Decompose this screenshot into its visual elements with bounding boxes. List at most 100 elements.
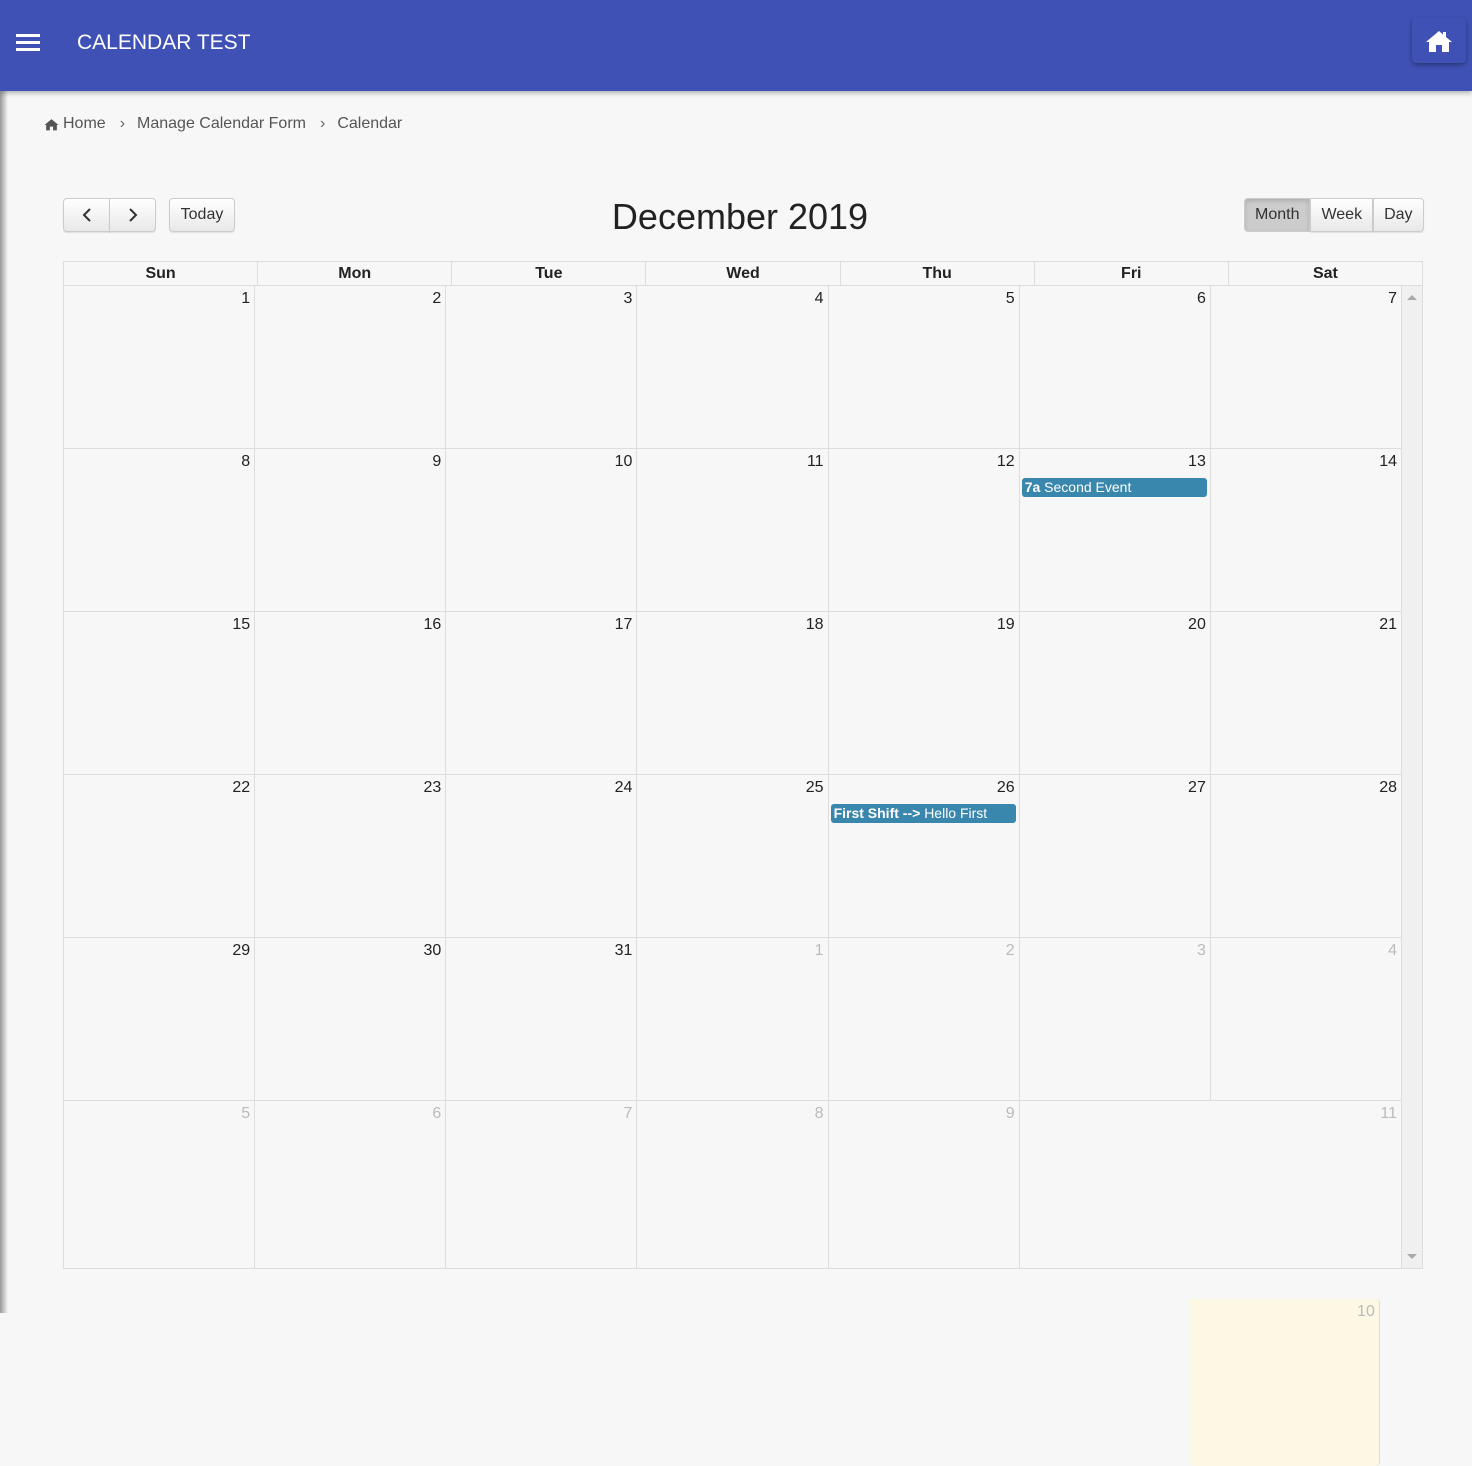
weekday-thu: Thu [841,262,1035,285]
day-cell[interactable]: 4 [1211,938,1402,1100]
day-view-button[interactable]: Day [1373,198,1424,232]
day-cell[interactable]: 1 [637,938,829,1100]
week-row: 15 16 17 18 19 20 21 [64,612,1402,775]
day-cell[interactable]: 10 [446,449,638,611]
day-cell[interactable]: 24 [446,775,638,937]
day-number: 10 [1357,1303,1375,1320]
event-time: First Shift --> [833,805,921,821]
home-icon [44,118,59,130]
day-number: 13 [1188,453,1206,470]
month-view-button[interactable]: Month [1244,198,1311,232]
day-cell[interactable]: 27 [1020,775,1211,937]
day-number: 11 [806,453,824,470]
day-number: 14 [1379,453,1397,470]
day-cell[interactable]: 14 [1211,449,1402,611]
week-row: 22 23 24 25 26 First Shift --> Hello First 27 2… [64,775,1402,938]
event-time: 7a [1024,479,1041,495]
home-icon [1426,30,1452,52]
day-number: 28 [1379,779,1397,796]
day-cell[interactable]: 6 [1020,286,1211,448]
calendar-event[interactable]: First Shift --> Hello First [830,804,1016,823]
day-cell[interactable]: 3 [446,286,638,448]
day-number: 31 [614,942,633,959]
day-cell[interactable]: 21 [1211,612,1402,774]
day-number: 7 [1388,290,1397,307]
day-cell[interactable]: 2 [829,938,1020,1100]
day-cell[interactable]: 6 [255,1101,447,1268]
day-cell[interactable]: 7 [1211,286,1402,448]
day-cell-today[interactable]: 10 [1188,1299,1380,1466]
breadcrumb-home[interactable]: Home [63,115,106,133]
day-number: 7 [623,1105,633,1122]
event-title: Second Event [1044,479,1132,495]
day-cell[interactable]: 18 [637,612,829,774]
day-number: 25 [805,779,824,796]
day-number: 2 [432,290,442,307]
day-cell[interactable]: 15 [64,612,256,774]
day-number: 26 [996,779,1015,796]
day-number: 4 [1388,942,1397,959]
month-grid: Sun Mon Tue Wed Thu Fri Sat 1 2 3 4 5 6 7 8 9 10 11 12 13 7… [63,261,1423,1466]
week-row: 29 30 31 1 2 3 4 [64,938,1402,1101]
day-number: 8 [814,1105,824,1122]
day-cell[interactable]: 5 [829,286,1020,448]
weekday-mon: Mon [258,262,453,285]
day-cell[interactable]: 26 First Shift --> Hello First [829,775,1020,937]
day-number: 15 [232,616,251,633]
week-row: 5 6 7 8 9 10 11 [64,1101,1402,1466]
day-number: 2 [1005,942,1015,959]
day-cell[interactable]: 12 [829,449,1020,611]
scroll-up-icon[interactable] [1407,295,1417,300]
day-cell[interactable]: 19 [829,612,1020,774]
week-view-button[interactable]: Week [1310,198,1374,232]
day-number: 20 [1188,616,1206,633]
event-title: Hello First [924,805,988,821]
day-cell[interactable]: 13 7a Second Event [1020,449,1211,611]
home-button[interactable] [1412,18,1466,63]
calendar-event[interactable]: 7a Second Event [1021,478,1207,497]
app-title: CALENDAR TEST [77,31,251,54]
day-cell[interactable]: 3 [1020,938,1211,1100]
day-cell[interactable]: 7 [446,1101,638,1268]
day-cell[interactable]: 23 [255,775,447,937]
day-number: 17 [614,616,633,633]
day-cell[interactable]: 2 [255,286,447,448]
day-number: 19 [996,616,1015,633]
week-row: 8 9 10 11 12 13 7a Second Event 14 [64,449,1402,612]
day-cell[interactable]: 22 [64,775,256,937]
day-cell[interactable]: 25 [637,775,829,937]
day-number: 27 [1188,779,1206,796]
day-number: 16 [423,616,442,633]
day-cell[interactable]: 9 [829,1101,1020,1268]
week-row: 1 2 3 4 5 6 7 [64,286,1402,449]
scroll-down-icon[interactable] [1407,1254,1417,1259]
weekday-tue: Tue [452,262,647,285]
day-number: 1 [241,290,251,307]
day-cell[interactable]: 30 [255,938,447,1100]
day-number: 11 [1380,1105,1397,1122]
hamburger-menu-icon[interactable] [16,34,40,52]
day-number: 3 [623,290,633,307]
day-number: 18 [805,616,824,633]
day-cell[interactable]: 16 [255,612,447,774]
day-cell[interactable]: 28 [1211,775,1402,937]
day-cell[interactable]: 11 [1211,1101,1402,1268]
day-number: 5 [241,1105,251,1122]
day-cell[interactable]: 8 [637,1101,829,1268]
day-cell[interactable]: 1 [64,286,256,448]
day-number: 4 [814,290,824,307]
day-cell[interactable]: 29 [64,938,256,1100]
scrollbar[interactable] [1402,286,1422,1268]
day-cell[interactable]: 11 [637,449,829,611]
day-cell[interactable]: 9 [255,449,447,611]
day-cell[interactable]: 20 [1020,612,1211,774]
day-cell[interactable]: 4 [637,286,829,448]
breadcrumb-manage-calendar-form[interactable]: Manage Calendar Form [137,115,306,133]
day-number: 9 [432,453,442,470]
day-cell[interactable]: 5 [64,1101,256,1268]
day-cell[interactable]: 8 [64,449,256,611]
sidebar-edge [0,91,8,1313]
day-cell[interactable]: 31 [446,938,638,1100]
view-switcher: Month Week Day [1244,198,1424,232]
day-cell[interactable]: 17 [446,612,638,774]
